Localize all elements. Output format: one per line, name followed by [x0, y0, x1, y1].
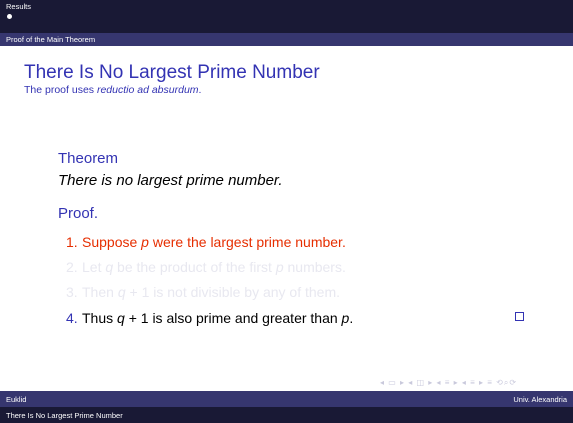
step-text: .: [349, 310, 354, 326]
step-text: numbers.: [283, 259, 346, 275]
footer-bar: Euklid Univ. Alexandria: [0, 391, 573, 407]
subsection-bar: Proof of the Main Theorem: [0, 33, 573, 46]
step-text: Let: [82, 259, 106, 275]
proof-step-2: 2. Let q be the product of the first p nu…: [66, 259, 346, 276]
step-number: 1.: [66, 234, 78, 250]
step-variable: p: [275, 259, 284, 275]
proof-step-4: 4. Thus q + 1 is also prime and greater t…: [66, 310, 353, 327]
step-variable: p: [141, 234, 149, 250]
step-number: 2.: [66, 259, 78, 275]
step-text: Suppose: [82, 234, 142, 250]
step-text: Then: [82, 284, 118, 300]
theorem-heading: Theorem: [58, 150, 119, 167]
step-text: Thus: [82, 310, 118, 326]
frame-subtitle: The proof uses reductio ad absurdum.: [24, 84, 201, 97]
qed-symbol: [515, 312, 524, 321]
proof-heading: Proof.: [58, 205, 99, 222]
proof-step-3: 3. Then q + 1 is not divisible by any of …: [66, 284, 340, 301]
step-text: were the largest prime number.: [148, 234, 346, 250]
navigation-symbols[interactable]: ◂ ▭ ▸ ◂ ◫ ▸ ◂ ≡ ▸ ◂ ≡ ▸ ≡ ⟲⌕⟳: [380, 378, 517, 388]
subsection-title[interactable]: Proof of the Main Theorem: [6, 35, 95, 44]
step-number: 3.: [66, 284, 78, 300]
theorem-statement: There is no largest prime number.: [58, 172, 283, 189]
footer-title-bar: There Is No Largest Prime Number: [0, 407, 573, 423]
step-text: be the product of the first: [113, 259, 276, 275]
footer-author: Euklid: [6, 395, 27, 404]
proof-step-1: 1. Suppose p were the largest prime numbe…: [66, 234, 346, 251]
subtitle-suffix: .: [198, 84, 202, 96]
subtitle-prefix: The proof uses: [24, 84, 97, 96]
subtitle-emphasis: reductio ad absurdum: [96, 84, 199, 96]
step-text: + 1 is not divisible by any of them.: [125, 284, 340, 300]
step-text: + 1 is also prime and greater than: [124, 310, 342, 326]
step-variable: q: [117, 310, 125, 326]
frame-title: There Is No Largest Prime Number: [24, 62, 320, 83]
step-variable: q: [105, 259, 114, 275]
header-bar: Results: [0, 0, 573, 33]
step-variable: q: [117, 284, 126, 300]
section-navigation-dot[interactable]: [7, 14, 12, 19]
step-number: 4.: [66, 310, 78, 326]
footer-title: There Is No Largest Prime Number: [6, 411, 123, 420]
section-title[interactable]: Results: [6, 2, 31, 11]
footer-institute: Univ. Alexandria: [513, 395, 567, 404]
